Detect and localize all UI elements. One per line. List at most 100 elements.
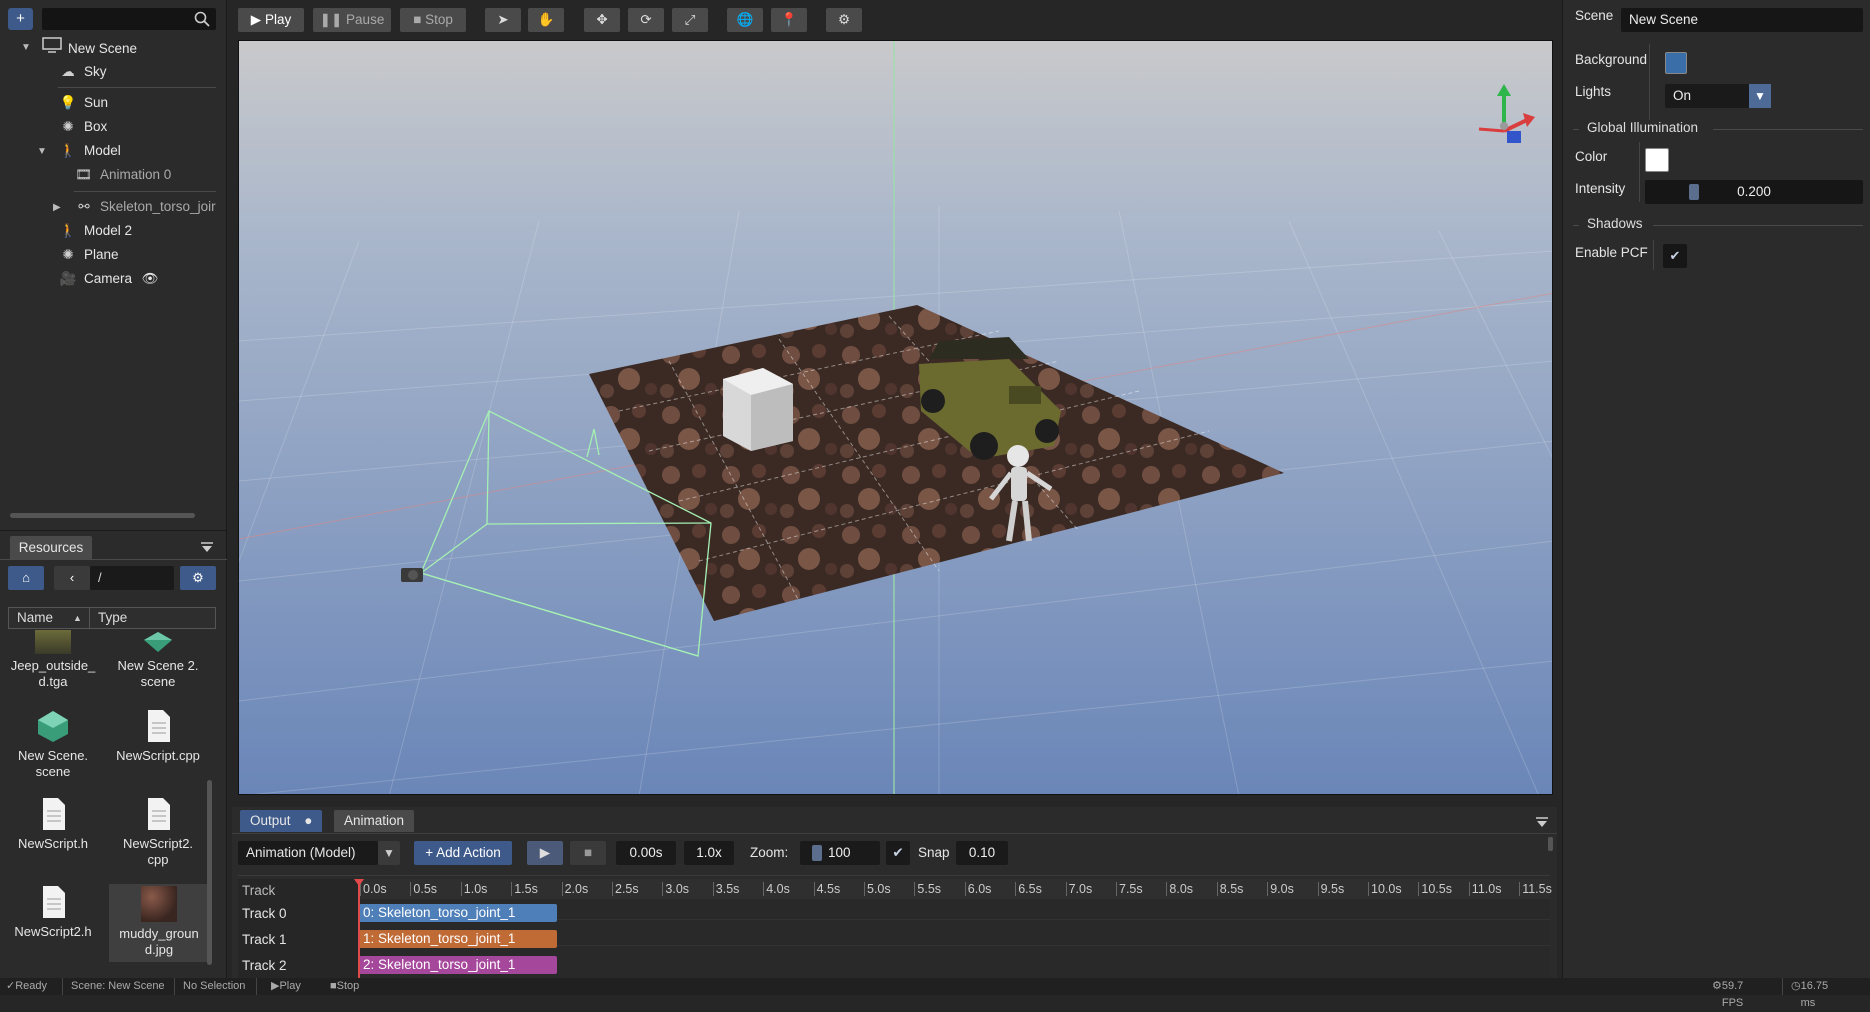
hand-icon: ✋ bbox=[537, 12, 555, 27]
slider-handle[interactable] bbox=[812, 845, 822, 861]
chevron-down-icon[interactable]: ▼ bbox=[378, 841, 400, 865]
tab-animation[interactable]: Animation bbox=[334, 810, 415, 832]
track-clip[interactable]: 2: Skeleton_torso_joint_1 bbox=[359, 956, 557, 974]
tree-item-sun[interactable]: 💡 Sun bbox=[58, 92, 108, 114]
file-name: NewScript.h bbox=[17, 836, 89, 851]
ruler-tick-label: 8.5s bbox=[1216, 882, 1243, 896]
gi-color-swatch[interactable] bbox=[1645, 148, 1669, 172]
pan-tool-button[interactable]: ✋ bbox=[528, 8, 564, 32]
collapse-arrow-icon[interactable]: ▶ bbox=[53, 202, 61, 213]
tree-item-model[interactable]: 🚶 Model bbox=[58, 140, 121, 162]
enable-pcf-checkbox[interactable]: ✔ bbox=[1663, 244, 1687, 268]
expand-arrow-icon[interactable]: ▼ bbox=[21, 42, 31, 53]
column-name[interactable]: Name bbox=[17, 608, 53, 628]
home-icon: ⌂ bbox=[22, 570, 30, 585]
select-tool-button[interactable]: ➤ bbox=[485, 8, 521, 32]
rotate-tool-button[interactable]: ⟳ bbox=[628, 8, 664, 32]
resource-file[interactable]: New Scene. scene bbox=[3, 708, 103, 780]
resource-file[interactable]: NewScript2. cpp bbox=[108, 796, 208, 868]
play-button[interactable]: ▶ Play bbox=[238, 8, 304, 32]
track-clip[interactable]: 1: Skeleton_torso_joint_1 bbox=[359, 930, 557, 948]
track-clip[interactable]: 0: Skeleton_torso_joint_1 bbox=[359, 904, 557, 922]
intensity-label: Intensity bbox=[1575, 181, 1626, 196]
speed-field[interactable]: 1.0x bbox=[684, 841, 734, 865]
home-button[interactable]: ⌂ bbox=[8, 566, 44, 590]
sort-asc-icon: ▲ bbox=[73, 613, 82, 623]
pivot-button[interactable]: 📍 bbox=[771, 8, 807, 32]
tree-item-sky[interactable]: ☁ Sky bbox=[58, 61, 106, 83]
ruler-tick-label: 1.5s bbox=[511, 882, 538, 896]
tree-item-model-2[interactable]: 🚶 Model 2 bbox=[58, 220, 132, 242]
file-icon bbox=[35, 796, 71, 832]
scene-name-field[interactable]: New Scene bbox=[1621, 8, 1863, 32]
zoom-field[interactable]: 100 bbox=[800, 841, 880, 865]
status-bar: ✓ Ready Scene: New Scene No Selection ▶ … bbox=[0, 978, 1870, 1009]
ruler-tick-label: 9.0s bbox=[1267, 882, 1294, 896]
divider bbox=[1573, 225, 1579, 226]
resource-scrollbar[interactable] bbox=[207, 780, 212, 965]
ruler-tick-label: 8.0s bbox=[1166, 882, 1193, 896]
resource-file-selected[interactable]: muddy_groun d.jpg bbox=[109, 884, 209, 962]
status-play-button[interactable]: ▶ Play bbox=[256, 978, 301, 995]
visibility-eye-icon[interactable]: 👁 bbox=[142, 271, 159, 286]
tab-resources[interactable]: Resources bbox=[10, 536, 92, 559]
playhead-marker-icon[interactable] bbox=[354, 879, 364, 886]
add-action-button[interactable]: + Add Action bbox=[414, 841, 512, 865]
resource-file[interactable]: New Scene 2. scene bbox=[108, 630, 208, 690]
tree-item-skeleton[interactable]: ⚯ Skeleton_torso_joir bbox=[74, 196, 215, 218]
settings-button[interactable]: ⚙ bbox=[826, 8, 862, 32]
ruler-tick-label: 1.0s bbox=[460, 882, 487, 896]
expand-arrow-icon[interactable]: ▼ bbox=[37, 146, 47, 157]
background-color-swatch[interactable] bbox=[1665, 52, 1687, 74]
tree-item-label: Box bbox=[84, 119, 108, 134]
tab-output[interactable]: Output ● bbox=[240, 810, 323, 832]
column-type[interactable]: Type bbox=[89, 608, 217, 628]
camera-gizmo-icon[interactable] bbox=[401, 568, 423, 582]
intensity-slider[interactable]: 0.200 bbox=[1645, 180, 1863, 204]
playhead[interactable] bbox=[358, 881, 360, 978]
scene-viewport[interactable] bbox=[238, 40, 1553, 795]
status-ready: ✓ Ready bbox=[6, 978, 47, 995]
tree-item-animation-0[interactable]: 🎞 Animation 0 bbox=[74, 164, 171, 186]
time-field[interactable]: 0.00s bbox=[616, 841, 676, 865]
world-space-button[interactable]: 🌐 bbox=[727, 8, 763, 32]
hierarchy-search-input[interactable] bbox=[42, 8, 216, 30]
ruler-tick-label: 6.0s bbox=[964, 882, 991, 896]
snap-field[interactable]: 0.10 bbox=[956, 841, 1008, 865]
snap-checkbox[interactable]: ✔ bbox=[886, 841, 910, 865]
animation-select[interactable]: Animation (Model) bbox=[238, 841, 378, 865]
section-title: Shadows bbox=[1587, 216, 1643, 231]
anim-stop-button[interactable]: ■ bbox=[570, 841, 606, 865]
ruler-tick-label: 4.0s bbox=[763, 882, 790, 896]
add-node-button[interactable]: + bbox=[8, 8, 33, 30]
tree-item-plane[interactable]: ✺ Plane bbox=[58, 244, 118, 266]
chevron-down-icon[interactable]: ▼ bbox=[1749, 84, 1771, 108]
move-tool-button[interactable]: ✥ bbox=[584, 8, 620, 32]
tree-item-camera[interactable]: 🎥 Camera 👁 bbox=[58, 268, 159, 290]
resource-file[interactable]: Jeep_outside_ d.tga bbox=[3, 630, 103, 690]
back-button[interactable]: ‹ bbox=[54, 566, 90, 590]
panel-menu-icon[interactable] bbox=[200, 540, 214, 554]
viewport-render[interactable] bbox=[239, 41, 1553, 795]
timeline-ruler[interactable]: 0.0s 0.5s 1.0s 1.5s 2.0s 2.5s 3.0s 3.5s 4.0s 4.5s… bbox=[358, 879, 1552, 899]
resource-settings-button[interactable]: ⚙ bbox=[180, 566, 216, 590]
tree-item-box[interactable]: ✺ Box bbox=[58, 116, 107, 138]
scale-tool-button[interactable]: ⤢ bbox=[672, 8, 708, 32]
resource-path-input[interactable]: / bbox=[90, 566, 174, 590]
slider-handle[interactable] bbox=[1689, 184, 1699, 200]
left-panel: + ▼ New Scene ☁ Sky 💡 Sun ✺ Box ▼ 🚶 Model 🎞 A… bbox=[0, 0, 227, 978]
resource-file[interactable]: NewScript2.h bbox=[3, 884, 103, 940]
pause-button[interactable]: ❚❚ Pause bbox=[313, 8, 391, 32]
timeline-scrollbar[interactable] bbox=[1548, 837, 1553, 851]
stop-button[interactable]: ■ Stop bbox=[400, 8, 466, 32]
play-icon: ▶ bbox=[250, 12, 262, 27]
ruler-tick-label: 5.5s bbox=[914, 882, 941, 896]
hierarchy-scrollbar[interactable] bbox=[10, 513, 195, 518]
anim-play-button[interactable]: ▶ bbox=[527, 841, 563, 865]
status-stop-button[interactable]: ■ Stop bbox=[330, 978, 359, 995]
resource-file[interactable]: NewScript.h bbox=[3, 796, 103, 852]
panel-menu-icon[interactable] bbox=[1535, 815, 1549, 829]
resource-file[interactable]: NewScript.cpp bbox=[108, 708, 208, 764]
search-icon bbox=[194, 11, 210, 27]
tree-item-new-scene[interactable]: New Scene bbox=[42, 37, 137, 59]
